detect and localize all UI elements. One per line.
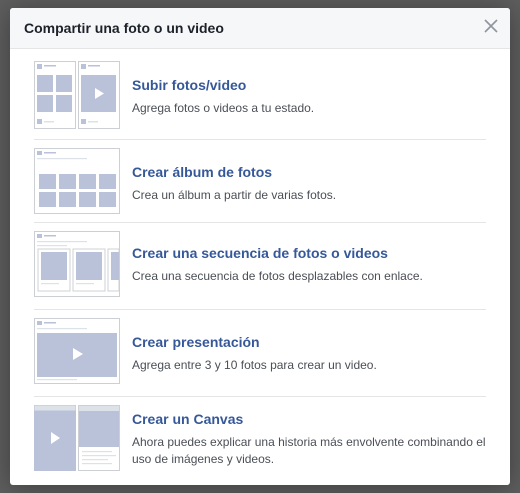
option-description: Ahora puedes explicar una historia más e…: [132, 435, 486, 466]
option-text: Crear una secuencia de fotos o videos Cr…: [132, 245, 423, 285]
option-title[interactable]: Crear presentación: [132, 334, 377, 351]
option-description: Crea una secuencia de fotos desplazables…: [132, 269, 423, 283]
slideshow-icon: [34, 318, 120, 384]
option-title[interactable]: Subir fotos/video: [132, 77, 314, 94]
option-description: Agrega entre 3 y 10 fotos para crear un …: [132, 358, 377, 372]
option-description: Crea un álbum a partir de varias fotos.: [132, 188, 337, 202]
carousel-icon: [34, 231, 120, 297]
dialog-header: Compartir una foto o un video: [10, 8, 510, 49]
option-title[interactable]: Crear una secuencia de fotos o videos: [132, 245, 423, 262]
option-upload-photos-video[interactable]: Subir fotos/video Agrega fotos o videos …: [34, 59, 486, 140]
option-create-canvas[interactable]: Crear un Canvas Ahora puedes explicar un…: [34, 397, 486, 481]
close-icon[interactable]: [482, 17, 500, 35]
share-photo-video-dialog: Compartir una foto o un video Subir foto…: [10, 8, 510, 485]
canvas-icon: [34, 405, 120, 471]
option-create-slideshow[interactable]: Crear presentación Agrega entre 3 y 10 f…: [34, 310, 486, 397]
option-create-photo-album[interactable]: Crear álbum de fotos Crea un álbum a par…: [34, 140, 486, 223]
dialog-title: Compartir una foto o un video: [24, 20, 224, 36]
option-text: Crear álbum de fotos Crea un álbum a par…: [132, 164, 336, 204]
option-title[interactable]: Crear un Canvas: [132, 411, 486, 428]
option-text: Crear presentación Agrega entre 3 y 10 f…: [132, 334, 377, 374]
option-list: Subir fotos/video Agrega fotos o videos …: [10, 49, 510, 481]
option-create-carousel[interactable]: Crear una secuencia de fotos o videos Cr…: [34, 223, 486, 310]
option-description: Agrega fotos o videos a tu estado.: [132, 101, 315, 115]
option-title[interactable]: Crear álbum de fotos: [132, 164, 336, 181]
upload-photos-icon: [34, 61, 120, 129]
option-text: Subir fotos/video Agrega fotos o videos …: [132, 77, 314, 117]
option-text: Crear un Canvas Ahora puedes explicar un…: [132, 411, 486, 468]
photo-album-icon: [34, 148, 120, 214]
